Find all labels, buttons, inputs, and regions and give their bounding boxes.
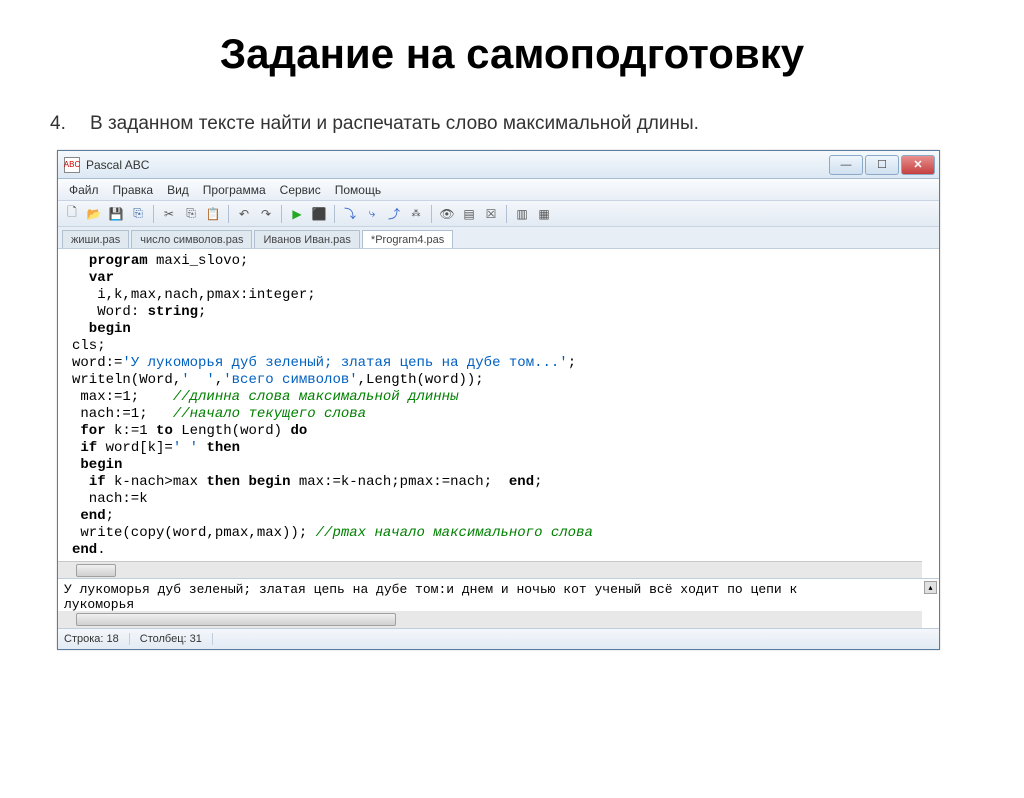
separator-icon bbox=[506, 205, 507, 223]
code-line: for k:=1 to Length(word) do bbox=[72, 423, 307, 439]
code-line: end. bbox=[72, 542, 106, 558]
menu-service[interactable]: Сервис bbox=[273, 183, 328, 197]
cut-button[interactable]: ✂ bbox=[159, 204, 179, 224]
code-line: cls; bbox=[72, 338, 106, 354]
separator-icon bbox=[431, 205, 432, 223]
separator-icon bbox=[228, 205, 229, 223]
slide-title: Задание на самоподготовку bbox=[0, 30, 1024, 78]
separator-icon bbox=[334, 205, 335, 223]
code-line: var bbox=[72, 270, 114, 286]
menu-edit[interactable]: Правка bbox=[106, 183, 161, 197]
output-line: лукоморья bbox=[64, 597, 933, 612]
step-into-button[interactable]: ⤷ bbox=[362, 204, 382, 224]
code-line: i,k,max,nach,pmax:integer; bbox=[72, 287, 316, 303]
app-icon: ABC bbox=[64, 157, 80, 173]
save-all-button[interactable]: ⎘ bbox=[128, 204, 148, 224]
scroll-thumb[interactable] bbox=[76, 613, 396, 626]
breakpoint-button[interactable]: ⁂ bbox=[406, 204, 426, 224]
new-file-button[interactable]: 🗋 bbox=[62, 204, 82, 224]
output-button[interactable]: ☒ bbox=[481, 204, 501, 224]
output-panel[interactable]: У лукоморья дуб зеленый; златая цепь на … bbox=[58, 579, 939, 629]
scroll-up-icon[interactable]: ▴ bbox=[924, 581, 937, 594]
code-button[interactable]: ▦ bbox=[534, 204, 554, 224]
code-line: if word[k]=' ' then bbox=[72, 440, 240, 456]
watch-button[interactable]: 👁 bbox=[437, 204, 457, 224]
menu-view[interactable]: Вид bbox=[160, 183, 196, 197]
menu-file[interactable]: Файл bbox=[62, 183, 106, 197]
menubar: Файл Правка Вид Программа Сервис Помощь bbox=[58, 179, 939, 201]
minimize-button[interactable]: — bbox=[829, 155, 863, 175]
titlebar: ABC Pascal ABC — ☐ ✕ bbox=[58, 151, 939, 179]
copy-button[interactable]: ⎘ bbox=[181, 204, 201, 224]
code-line: write(copy(word,pmax,max)); //pmax начал… bbox=[72, 525, 593, 541]
code-line: nach:=k bbox=[72, 491, 148, 507]
scroll-thumb[interactable] bbox=[76, 564, 116, 577]
code-line: program maxi_slovo; bbox=[72, 253, 248, 269]
horizontal-scrollbar[interactable] bbox=[58, 561, 922, 578]
code-line: if k-nach>max then begin max:=k-nach;pma… bbox=[72, 474, 543, 490]
close-button[interactable]: ✕ bbox=[901, 155, 935, 175]
code-line: writeln(Word,' ','всего символов',Length… bbox=[72, 372, 484, 388]
task-text: В заданном тексте найти и распечатать сл… bbox=[90, 113, 964, 135]
tab-bar: жиши.pas число символов.pas Иванов Иван.… bbox=[58, 227, 939, 249]
open-file-button[interactable]: 📂 bbox=[84, 204, 104, 224]
toolbar: 🗋 📂 💾 ⎘ ✂ ⎘ 📋 ↶ ↷ ▶ ⬛ ⤵ ⤷ ⤴ ⁂ 👁 ▤ ☒ ▥ ▦ bbox=[58, 201, 939, 227]
output-horizontal-scrollbar[interactable] bbox=[58, 611, 922, 628]
code-line: begin bbox=[72, 321, 131, 337]
code-line: nach:=1; //начало текущего слова bbox=[72, 406, 366, 422]
code-line: begin bbox=[72, 457, 122, 473]
run-button[interactable]: ▶ bbox=[287, 204, 307, 224]
undo-button[interactable]: ↶ bbox=[234, 204, 254, 224]
code-line: end; bbox=[72, 508, 114, 524]
code-line: Word: string; bbox=[72, 304, 206, 320]
task-description: 4. В заданном тексте найти и распечатать… bbox=[0, 113, 1024, 150]
step-out-button[interactable]: ⤴ bbox=[384, 204, 404, 224]
tab-4-active[interactable]: *Program4.pas bbox=[362, 230, 453, 248]
tab-2[interactable]: число символов.pas bbox=[131, 230, 252, 248]
menu-help[interactable]: Помощь bbox=[328, 183, 388, 197]
menu-program[interactable]: Программа bbox=[196, 183, 273, 197]
output-line: У лукоморья дуб зеленый; златая цепь на … bbox=[64, 582, 933, 597]
code-editor[interactable]: program maxi_slovo; var i,k,max,nach,pma… bbox=[58, 249, 939, 579]
local-vars-button[interactable]: ▤ bbox=[459, 204, 479, 224]
step-over-button[interactable]: ⤵ bbox=[340, 204, 360, 224]
status-line: Строка: 18 bbox=[64, 633, 130, 645]
tab-1[interactable]: жиши.pas bbox=[62, 230, 129, 248]
separator-icon bbox=[153, 205, 154, 223]
app-window: ABC Pascal ABC — ☐ ✕ Файл Правка Вид Про… bbox=[57, 150, 940, 650]
form-button[interactable]: ▥ bbox=[512, 204, 532, 224]
statusbar: Строка: 18 Столбец: 31 bbox=[58, 629, 939, 649]
paste-button[interactable]: 📋 bbox=[203, 204, 223, 224]
code-line: max:=1; //длинна слова максимальной длин… bbox=[72, 389, 458, 405]
save-button[interactable]: 💾 bbox=[106, 204, 126, 224]
code-line: word:='У лукоморья дуб зеленый; златая ц… bbox=[72, 355, 576, 371]
tab-3[interactable]: Иванов Иван.pas bbox=[254, 230, 359, 248]
maximize-button[interactable]: ☐ bbox=[865, 155, 899, 175]
redo-button[interactable]: ↷ bbox=[256, 204, 276, 224]
stop-button[interactable]: ⬛ bbox=[309, 204, 329, 224]
separator-icon bbox=[281, 205, 282, 223]
status-column: Столбец: 31 bbox=[140, 633, 213, 645]
task-number: 4. bbox=[50, 113, 90, 135]
window-title: Pascal ABC bbox=[86, 158, 829, 172]
